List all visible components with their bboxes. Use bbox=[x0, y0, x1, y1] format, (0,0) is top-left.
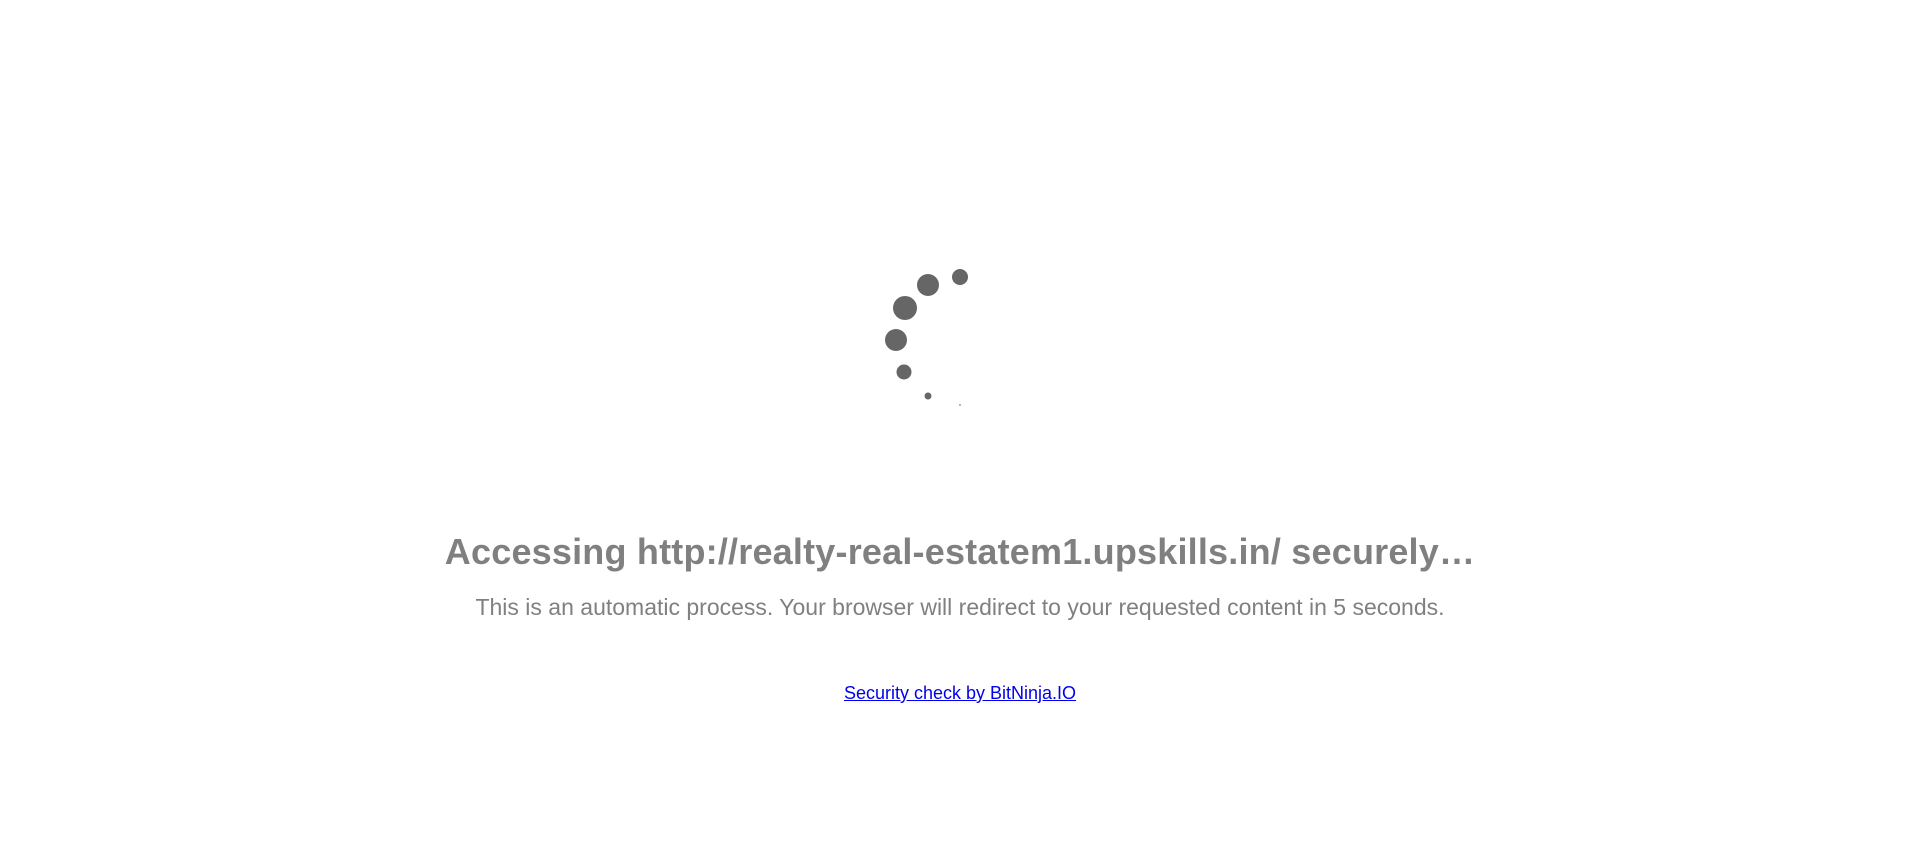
spinner-dot bbox=[917, 274, 939, 296]
security-check-page: Accessing http://realty-real-estatem1.up… bbox=[0, 0, 1920, 863]
spinner-dot bbox=[896, 364, 912, 380]
spinner-dot bbox=[893, 296, 917, 320]
spinner-dot bbox=[952, 269, 968, 285]
spinner-dot bbox=[959, 404, 961, 406]
spinner-dot bbox=[885, 329, 907, 351]
loading-spinner-icon bbox=[880, 262, 1000, 422]
bitninja-link[interactable]: Security check by BitNinja.IO bbox=[844, 682, 1076, 704]
spinner-dot bbox=[924, 392, 932, 400]
redirect-notice: This is an automatic process. Your brows… bbox=[475, 594, 1445, 620]
page-title: Accessing http://realty-real-estatem1.up… bbox=[444, 531, 1476, 572]
message-block: Accessing http://realty-real-estatem1.up… bbox=[0, 530, 1920, 704]
